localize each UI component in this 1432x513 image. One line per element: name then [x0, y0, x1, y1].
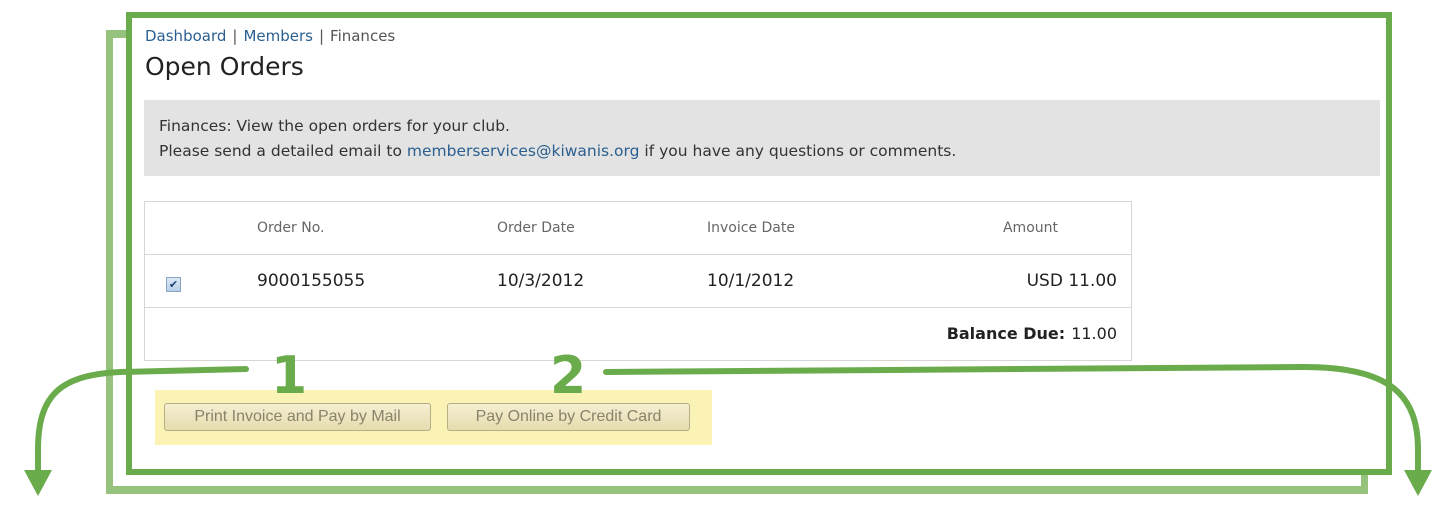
- arrow-left-head: [24, 470, 52, 496]
- annotation-number-2: 2: [550, 346, 587, 406]
- arrow-left-path: [35, 366, 249, 481]
- arrow-right-path: [603, 363, 1421, 481]
- annotation-number-1: 1: [271, 346, 308, 406]
- curved-arrow-icon: [24, 363, 1432, 496]
- arrow-right-head: [1404, 470, 1432, 496]
